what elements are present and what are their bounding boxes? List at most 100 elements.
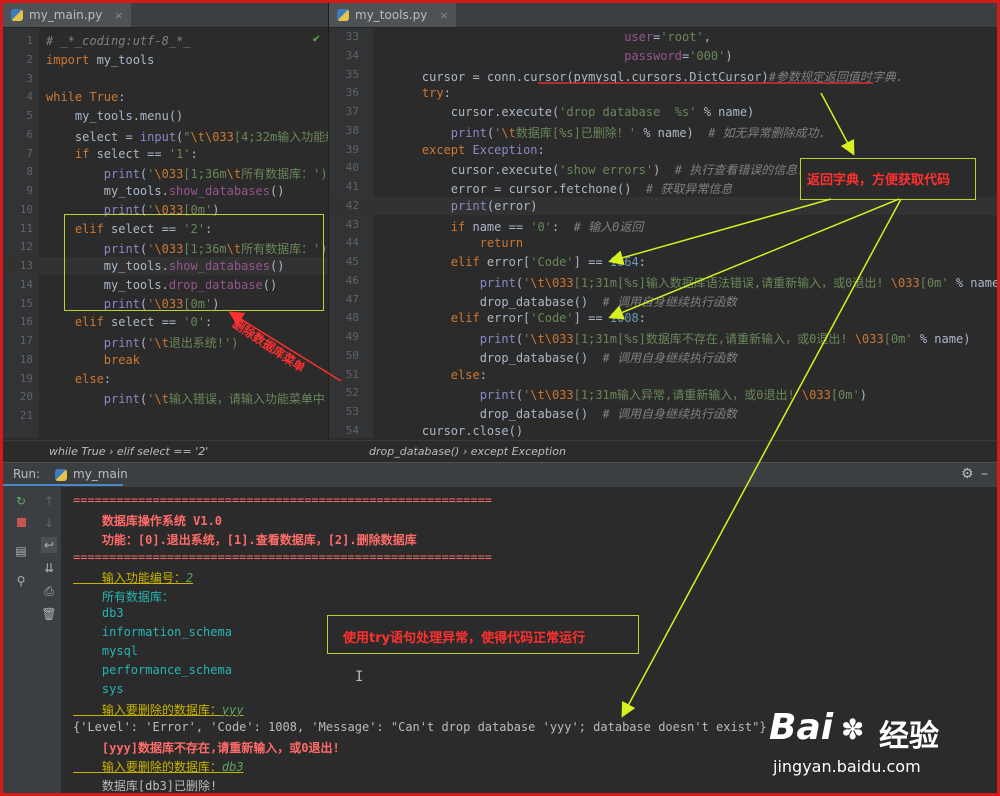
python-file-icon bbox=[11, 9, 23, 21]
breadcrumb-separator: › bbox=[108, 445, 114, 458]
active-tab-underline bbox=[3, 484, 123, 486]
close-tab-icon[interactable]: × bbox=[114, 9, 123, 22]
code-line[interactable]: else: bbox=[393, 368, 487, 382]
code-line[interactable]: print('\t退出系统!') bbox=[46, 334, 239, 351]
line-number: 52 bbox=[345, 386, 359, 400]
code-line[interactable]: while True: bbox=[46, 90, 125, 104]
breadcrumb-item[interactable]: elif select == '2' bbox=[117, 445, 208, 458]
line-number: 36 bbox=[345, 86, 359, 100]
line-number: 11 bbox=[19, 221, 33, 235]
breadcrumb[interactable]: drop_database() › except Exception bbox=[369, 442, 566, 462]
code-line[interactable]: cursor.execute('drop database %s' % name… bbox=[393, 105, 754, 119]
code-line[interactable]: my_tools.menu() bbox=[46, 109, 183, 123]
paw-icon: ✽ bbox=[841, 713, 865, 746]
line-number: 54 bbox=[345, 423, 359, 437]
code-line[interactable]: cursor.close() bbox=[393, 424, 523, 438]
console-line: ========================================… bbox=[73, 549, 493, 564]
line-number: 50 bbox=[345, 348, 359, 362]
line-number: 5 bbox=[26, 109, 33, 122]
console-line: sys bbox=[73, 682, 124, 696]
up-arrow-icon[interactable]: ↑ bbox=[41, 493, 57, 509]
user-input-text: db3 bbox=[221, 759, 244, 774]
line-number: 38 bbox=[345, 123, 359, 137]
code-line[interactable]: elif error['Code'] == 1064: bbox=[393, 255, 646, 269]
code-line[interactable]: # _*_coding:utf-8_*_ bbox=[46, 34, 191, 48]
code-line[interactable]: drop_database() # 调用自身继续执行函数 bbox=[393, 405, 737, 422]
pin-icon[interactable]: ⚲ bbox=[13, 573, 29, 589]
code-line[interactable]: print('\t\033[1;31m[%s]数据库不存在,请重新输入，或0退出… bbox=[393, 330, 971, 347]
code-line[interactable]: if name == '0': # 输入0返回 bbox=[393, 218, 644, 235]
line-number: 41 bbox=[345, 180, 359, 193]
code-line[interactable]: elif select == '0': bbox=[46, 315, 212, 329]
code-line[interactable]: error = cursor.fetchone() # 获取异常信息 bbox=[393, 180, 733, 197]
code-line[interactable]: password='000') bbox=[393, 49, 732, 63]
code-line[interactable]: break bbox=[46, 353, 140, 367]
annotation-box-elif bbox=[64, 214, 324, 311]
code-line[interactable]: print('\t\033[1;31m输入异常,请重新输入，或0退出! \033… bbox=[393, 386, 867, 403]
run-config-tab[interactable]: my_main bbox=[73, 467, 128, 481]
breadcrumb-item[interactable]: drop_database() bbox=[369, 445, 459, 458]
line-number: 47 bbox=[345, 292, 359, 306]
watermark-brand2: 经验 bbox=[879, 719, 939, 754]
baidu-watermark: Bai ✽ 经验 jingyan.baidu.com bbox=[755, 703, 995, 789]
code-line[interactable]: print('\t输入错误，请输入功能菜单中 bbox=[46, 390, 325, 407]
breadcrumb[interactable]: while True › elif select == '2' bbox=[49, 442, 208, 462]
console-line: 数据库操作系统 V1.0 bbox=[73, 513, 223, 528]
line-number: 17 bbox=[19, 334, 33, 347]
code-line[interactable]: print(error) bbox=[393, 199, 538, 213]
code-line[interactable]: elif error['Code'] == 1008: bbox=[393, 311, 646, 325]
code-line[interactable]: drop_database() # 调用自身继续执行函数 bbox=[393, 293, 737, 310]
breadcrumb-item[interactable]: while True bbox=[49, 445, 105, 458]
code-line[interactable]: try: bbox=[393, 86, 451, 100]
minimize-icon[interactable]: – bbox=[981, 466, 988, 482]
annotation-return-dict: 返回字典，方便获取代码 bbox=[807, 173, 951, 188]
code-line[interactable]: except Exception: bbox=[393, 143, 545, 157]
line-number: 53 bbox=[345, 405, 359, 418]
console-line: information_schema bbox=[73, 625, 232, 640]
check-ok-icon: ✔ bbox=[312, 31, 320, 45]
tab-label: my_main.py bbox=[29, 8, 103, 22]
console-line: 所有数据库： bbox=[73, 589, 174, 604]
line-number: 42 bbox=[345, 198, 359, 212]
line-number: 43 bbox=[345, 217, 359, 231]
line-number: 34 bbox=[345, 48, 359, 62]
tab-my-main[interactable]: my_main.py × bbox=[3, 3, 132, 27]
line-number: 44 bbox=[345, 236, 359, 250]
code-line[interactable]: my_tools.show_databases() bbox=[46, 184, 285, 198]
code-line[interactable]: select = input("\t\033[4;32m输入功能编号： bbox=[46, 128, 328, 145]
line-number: 39 bbox=[345, 142, 359, 156]
console-line: 输入要删除的数据库：yyy bbox=[73, 702, 244, 717]
console-line: 数据库[db3]已删除! bbox=[73, 778, 218, 793]
line-number: 1 bbox=[26, 34, 33, 47]
code-line[interactable]: print('\033[1;36m\t所有数据库：') bbox=[46, 165, 328, 182]
print-icon[interactable]: ⎙ bbox=[41, 583, 57, 599]
close-tab-icon[interactable]: × bbox=[439, 9, 448, 22]
code-line[interactable]: if select == '1': bbox=[46, 147, 198, 161]
line-number: 51 bbox=[345, 367, 359, 381]
line-number: 7 bbox=[26, 146, 33, 160]
rerun-icon[interactable]: ↻ bbox=[13, 493, 29, 509]
code-line[interactable]: print('\t数据库[%s]已删除！' % name) # 如无异常删除成功… bbox=[393, 124, 826, 141]
trash-icon[interactable]: 🗑 bbox=[41, 606, 57, 622]
code-line[interactable]: else: bbox=[46, 372, 111, 386]
console-toolbar: ↻ ↑ ↓ ↩ ▤ ⇊ ⚲ ⎙ 🗑 bbox=[3, 487, 62, 793]
line-number: 12 bbox=[19, 240, 33, 254]
line-number: 2 bbox=[26, 52, 33, 66]
scroll-to-end-icon[interactable]: ⇊ bbox=[41, 560, 57, 576]
layout-icon[interactable]: ▤ bbox=[13, 543, 29, 559]
stop-icon[interactable] bbox=[13, 515, 29, 531]
breadcrumb-item[interactable]: except Exception bbox=[471, 445, 566, 458]
code-line[interactable]: drop_database() # 调用自身继续执行函数 bbox=[393, 349, 737, 366]
code-line[interactable]: cursor = conn.cursor(pymysql.cursors.Dic… bbox=[393, 68, 903, 85]
code-line[interactable]: import my_tools bbox=[46, 53, 154, 67]
code-line[interactable]: cursor.execute('show errors') # 执行查看错误的信… bbox=[393, 161, 805, 178]
code-line[interactable]: return bbox=[393, 236, 523, 250]
soft-wrap-icon[interactable]: ↩ bbox=[41, 537, 57, 553]
code-line[interactable]: user='root', bbox=[393, 30, 711, 44]
down-arrow-icon[interactable]: ↓ bbox=[41, 515, 57, 531]
console-line: db3 bbox=[73, 606, 124, 621]
tab-my-tools[interactable]: my_tools.py × bbox=[329, 3, 457, 27]
code-line[interactable]: print('\t\033[1;31m[%s]输入数据库语法错误,请重新输入，或… bbox=[393, 274, 997, 291]
gear-icon[interactable]: ⚙ bbox=[961, 466, 974, 482]
line-number: 48 bbox=[345, 311, 359, 325]
